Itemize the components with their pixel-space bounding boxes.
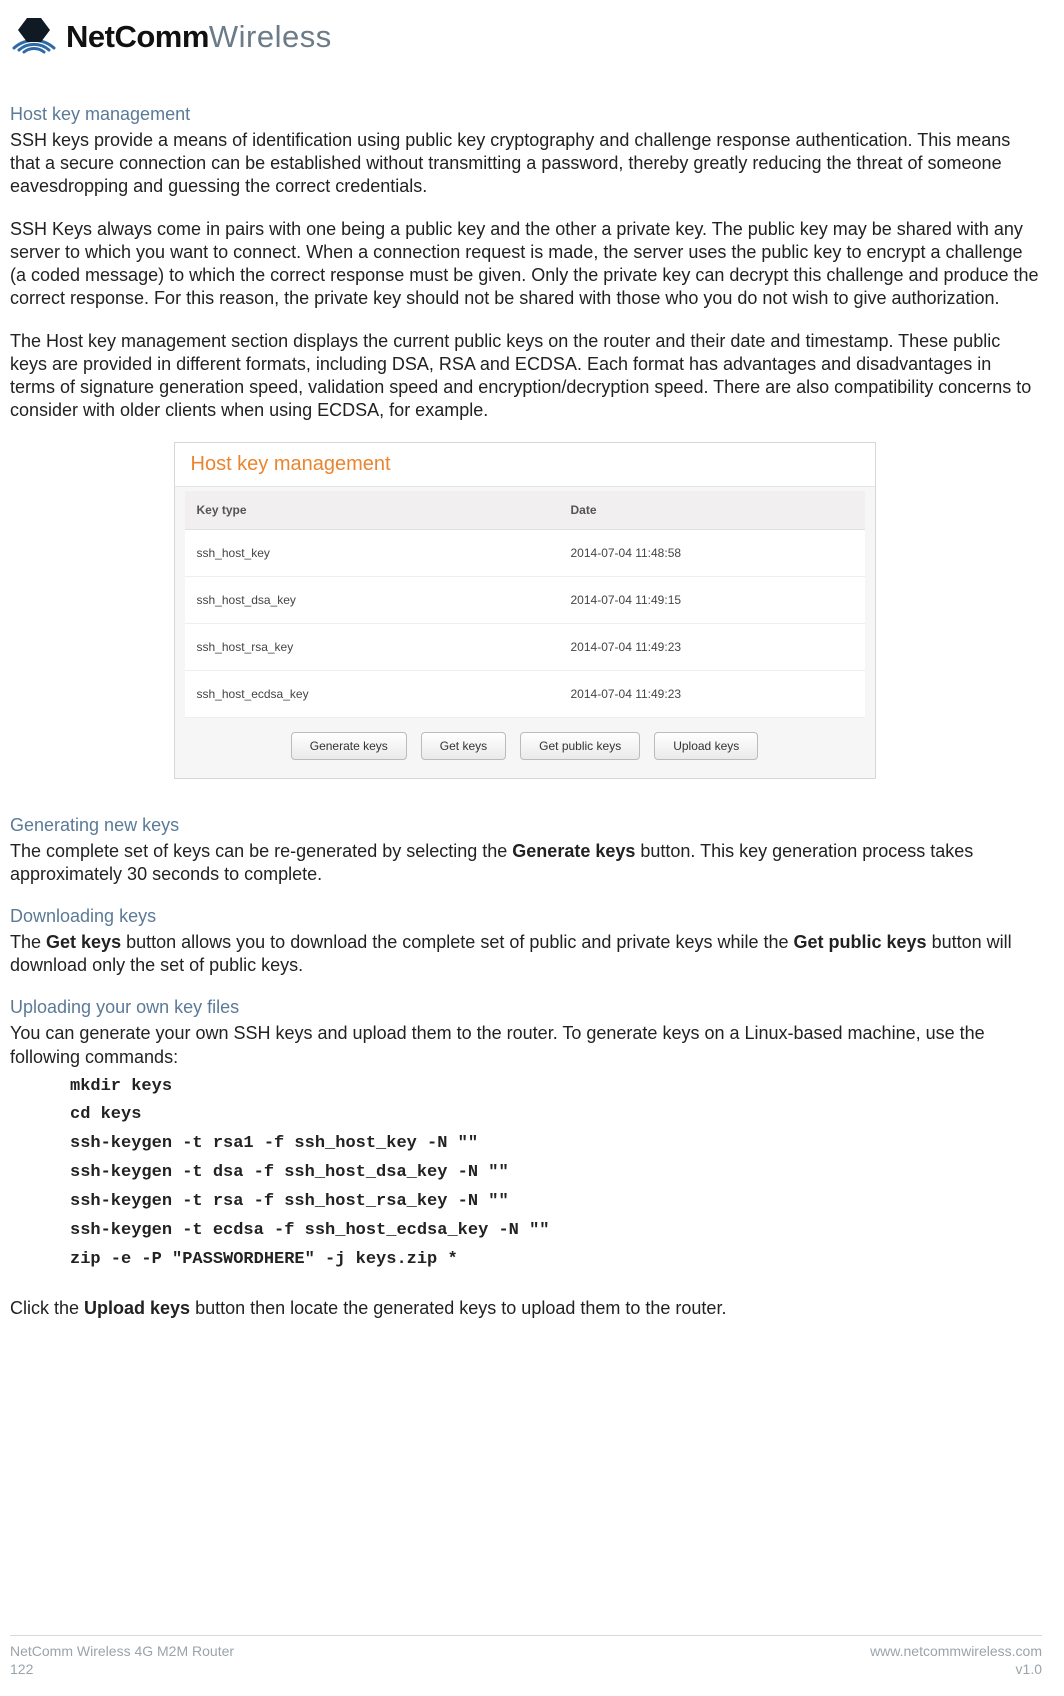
get-public-keys-button[interactable]: Get public keys [520, 732, 640, 760]
table-row: ssh_host_rsa_key 2014-07-04 11:49:23 [185, 624, 865, 671]
section-title-uploading: Uploading your own key files [10, 997, 1039, 1018]
footer-product: NetComm Wireless 4G M2M Router [10, 1642, 234, 1660]
text: The complete set of keys can be re-gener… [10, 841, 512, 861]
text: button then locate the generated keys to… [190, 1298, 726, 1318]
table-row: ssh_host_dsa_key 2014-07-04 11:49:15 [185, 577, 865, 624]
cell-date: 2014-07-04 11:49:23 [559, 671, 865, 718]
cell-keytype: ssh_host_key [185, 530, 559, 577]
generate-keys-button[interactable]: Generate keys [291, 732, 407, 760]
brand-logo-icon [10, 18, 58, 56]
text: Click the [10, 1298, 84, 1318]
text: The [10, 932, 46, 952]
footer-pageno: 122 [10, 1660, 234, 1678]
bold-text: Get keys [46, 932, 121, 952]
cell-date: 2014-07-04 11:48:58 [559, 530, 865, 577]
brand-thin: Wireless [209, 19, 332, 54]
paragraph: The Host key management section displays… [10, 330, 1039, 422]
page-footer: NetComm Wireless 4G M2M Router 122 www.n… [10, 1635, 1042, 1678]
cell-keytype: ssh_host_ecdsa_key [185, 671, 559, 718]
table-row: ssh_host_key 2014-07-04 11:48:58 [185, 530, 865, 577]
th-keytype: Key type [185, 491, 559, 530]
get-keys-button[interactable]: Get keys [421, 732, 506, 760]
cell-keytype: ssh_host_rsa_key [185, 624, 559, 671]
code-block: mkdir keys cd keys ssh-keygen -t rsa1 -f… [70, 1073, 1039, 1275]
section-title-generating: Generating new keys [10, 815, 1039, 836]
paragraph: SSH Keys always come in pairs with one b… [10, 218, 1039, 310]
bold-text: Generate keys [512, 841, 635, 861]
th-date: Date [559, 491, 865, 530]
paragraph: You can generate your own SSH keys and u… [10, 1022, 1039, 1068]
bold-text: Upload keys [84, 1298, 190, 1318]
hostkey-figure: Host key management Key type Date ssh_ho… [174, 442, 876, 779]
text: button allows you to download the comple… [121, 932, 793, 952]
footer-url: www.netcommwireless.com [870, 1642, 1042, 1660]
cell-keytype: ssh_host_dsa_key [185, 577, 559, 624]
table-row: ssh_host_ecdsa_key 2014-07-04 11:49:23 [185, 671, 865, 718]
brand-bold: NetComm [66, 19, 209, 54]
upload-keys-button[interactable]: Upload keys [654, 732, 758, 760]
cell-date: 2014-07-04 11:49:15 [559, 577, 865, 624]
paragraph: The complete set of keys can be re-gener… [10, 840, 1039, 886]
paragraph: Click the Upload keys button then locate… [10, 1297, 1039, 1320]
hostkey-table: Key type Date ssh_host_key 2014-07-04 11… [185, 491, 865, 718]
footer-version: v1.0 [870, 1660, 1042, 1678]
figure-title: Host key management [175, 443, 875, 487]
paragraph: SSH keys provide a means of identificati… [10, 129, 1039, 198]
figure-button-row: Generate keys Get keys Get public keys U… [185, 718, 865, 764]
page-header: NetCommWireless [10, 18, 1039, 56]
cell-date: 2014-07-04 11:49:23 [559, 624, 865, 671]
paragraph: The Get keys button allows you to downlo… [10, 931, 1039, 977]
section-title-downloading: Downloading keys [10, 906, 1039, 927]
bold-text: Get public keys [794, 932, 927, 952]
section-title-hostkey: Host key management [10, 104, 1039, 125]
brand-text: NetCommWireless [66, 19, 332, 55]
